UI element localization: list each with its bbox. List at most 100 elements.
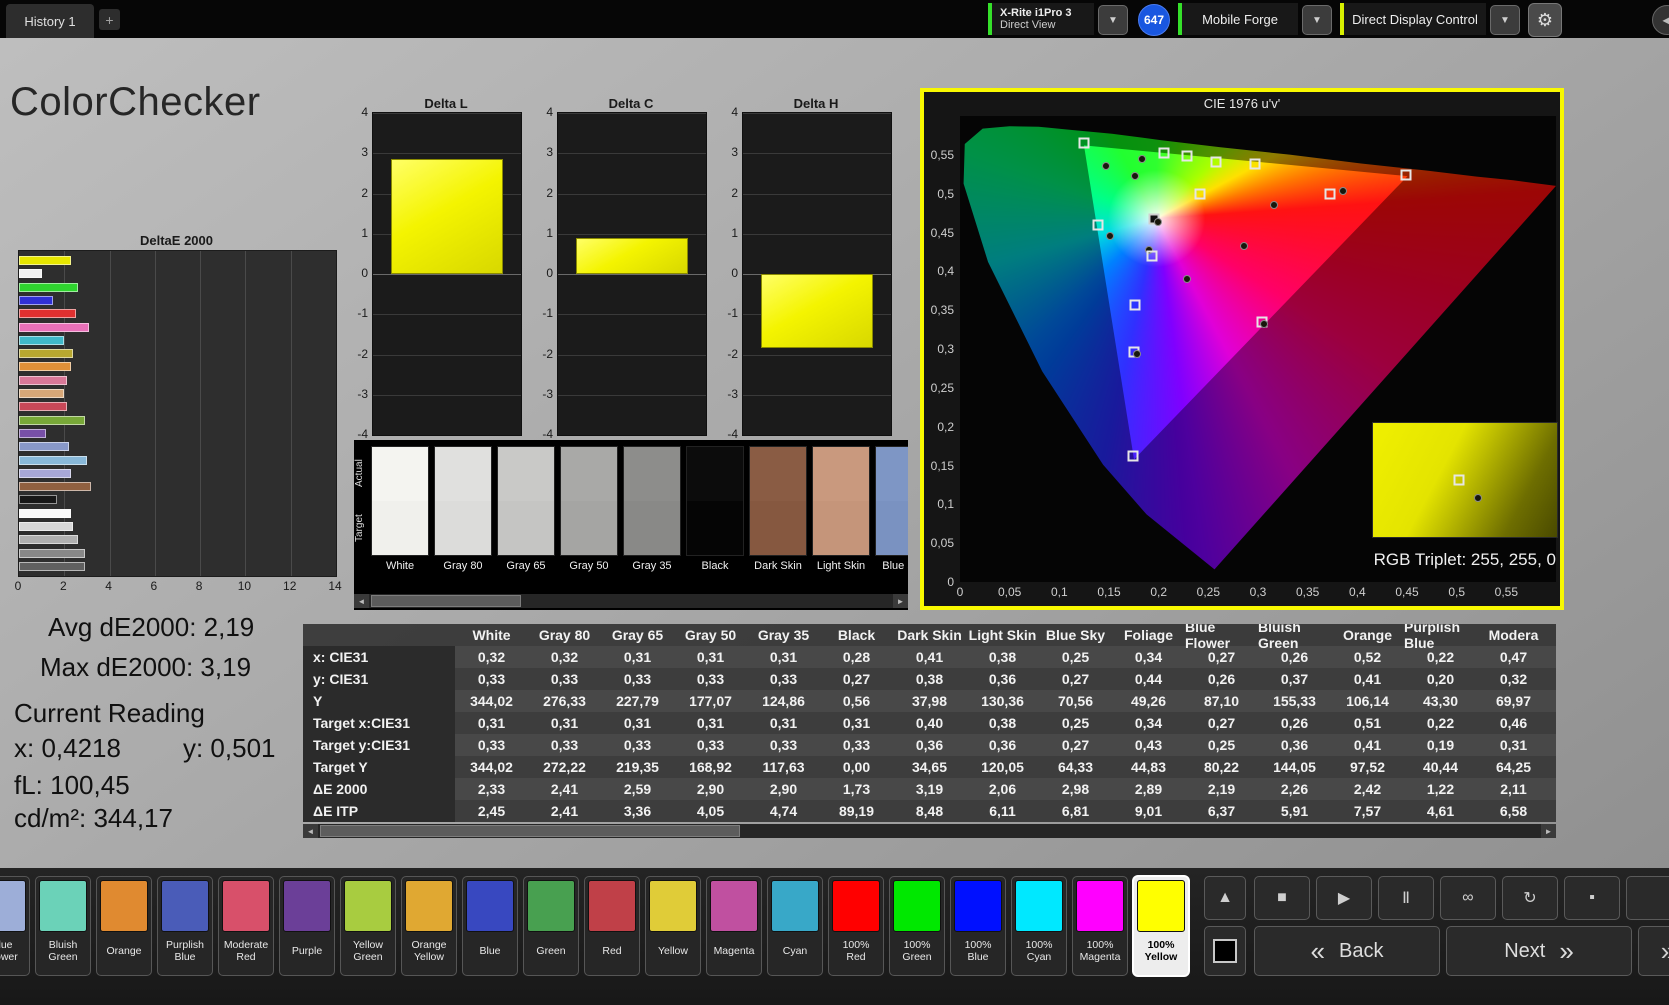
scroll-up-button[interactable]: ▲	[1204, 876, 1246, 920]
scrollbar-track[interactable]	[318, 824, 1541, 838]
pattern-button-purple[interactable]: Purple	[279, 876, 335, 976]
strip-patch: Light Skin	[812, 446, 870, 572]
tab-history-1[interactable]: History 1	[6, 4, 94, 38]
pattern-window-button[interactable]	[1204, 926, 1246, 976]
clipped-button[interactable]	[1626, 876, 1669, 920]
pattern-button-100-cyan[interactable]: 100% Cyan	[1011, 876, 1067, 976]
meter-dropdown[interactable]: X-Rite i1Pro 3 Direct View	[988, 3, 1094, 35]
pattern-button-100-magenta[interactable]: 100% Magenta	[1072, 876, 1128, 976]
value-cell: 0,27	[1039, 734, 1112, 756]
pattern-button-blue-flower[interactable]: Blue Flower	[0, 876, 30, 976]
display-control-dropdown-arrow[interactable]: ▼	[1490, 5, 1520, 35]
pause-button[interactable]: Ⅱ	[1378, 876, 1434, 920]
value-cell: 0,31	[528, 712, 601, 734]
value-cell: 6,58	[1477, 800, 1550, 822]
pattern-button-purplish-blue[interactable]: Purplish Blue	[157, 876, 213, 976]
pattern-label: 100% Red	[832, 932, 880, 970]
loop-button[interactable]: ↻	[1502, 876, 1558, 920]
next-button[interactable]: Next »	[1446, 926, 1632, 976]
target-point	[1182, 150, 1193, 161]
next-page-button[interactable]: »	[1638, 926, 1669, 976]
scrollbar-track[interactable]	[369, 594, 893, 608]
value-cell: 7,57	[1331, 800, 1404, 822]
value-cell: 0,33	[528, 668, 601, 690]
patch-swatch	[623, 446, 681, 556]
pattern-button-100-red[interactable]: 100% Red	[828, 876, 884, 976]
value-cell: 9,01	[1112, 800, 1185, 822]
value-cell: 2,90	[747, 778, 820, 800]
table-row: ΔE ITP2,452,413,364,054,7489,198,486,116…	[303, 800, 1556, 822]
patch-swatch	[686, 446, 744, 556]
display-control-dropdown[interactable]: Direct Display Control	[1340, 3, 1486, 35]
pattern-button-green[interactable]: Green	[523, 876, 579, 976]
add-tab-button[interactable]: +	[99, 9, 120, 30]
pattern-label: Orange	[100, 932, 148, 970]
pattern-button-100-yellow[interactable]: 100% Yellow	[1133, 876, 1189, 976]
scroll-right-icon[interactable]: ►	[1541, 824, 1556, 838]
value-cell: 0,20	[1404, 668, 1477, 690]
value-cell: 0,36	[966, 668, 1039, 690]
value-cell: 4,61	[1404, 800, 1477, 822]
value-cell: 1,73	[820, 778, 893, 800]
pattern-button-magenta[interactable]: Magenta	[706, 876, 762, 976]
extra-button[interactable]: ▪	[1564, 876, 1620, 920]
meter-dropdown-arrow[interactable]: ▼	[1098, 5, 1128, 35]
value-cell: 0,19	[1404, 734, 1477, 756]
strip-scrollbar[interactable]: ◄ ►	[354, 594, 908, 608]
stop-button[interactable]: ■	[1254, 876, 1310, 920]
table-scrollbar[interactable]: ◄ ►	[303, 824, 1556, 838]
pattern-button-blue[interactable]: Blue	[462, 876, 518, 976]
pattern-button-orange[interactable]: Orange	[96, 876, 152, 976]
value-cell: 0,32	[528, 646, 601, 668]
header-cell: Gray 35	[747, 624, 820, 646]
deltae-bar	[19, 389, 64, 398]
measurement-count-badge: 647	[1138, 4, 1170, 36]
gridline	[558, 234, 706, 235]
y-tick-label: -2	[357, 347, 368, 361]
value-cell: 2,41	[528, 800, 601, 822]
scroll-right-icon[interactable]: ►	[893, 594, 908, 608]
deltae-bar	[19, 296, 53, 305]
pattern-button-orange-yellow[interactable]: Orange Yellow	[401, 876, 457, 976]
row-label: Target Y	[303, 756, 455, 778]
pattern-button-red[interactable]: Red	[584, 876, 640, 976]
settings-gear-icon[interactable]: ⚙	[1528, 3, 1562, 37]
continuous-button[interactable]: ∞	[1440, 876, 1496, 920]
gridline	[373, 435, 521, 436]
scroll-left-icon[interactable]: ◄	[354, 594, 369, 608]
source-dropdown-arrow[interactable]: ▼	[1302, 5, 1332, 35]
pattern-button-yellow[interactable]: Yellow	[645, 876, 701, 976]
y-tick-label: -2	[542, 347, 553, 361]
pattern-button-yellow-green[interactable]: Yellow Green	[340, 876, 396, 976]
patch-label: Black	[686, 560, 744, 572]
y-tick-label: 0,2	[937, 420, 954, 434]
table-header-row: WhiteGray 80Gray 65Gray 50Gray 35BlackDa…	[303, 624, 1556, 646]
value-cell: 168,92	[674, 756, 747, 778]
collapse-panel-icon[interactable]: ◀	[1652, 5, 1669, 35]
gridline	[558, 153, 706, 154]
back-button[interactable]: « Back	[1254, 926, 1440, 976]
source-dropdown[interactable]: Mobile Forge	[1178, 3, 1298, 35]
value-cell: 0,00	[820, 756, 893, 778]
pattern-button-moderate-red[interactable]: Moderate Red	[218, 876, 274, 976]
value-cell: 0,36	[966, 734, 1039, 756]
pattern-button-bluish-green[interactable]: Bluish Green	[35, 876, 91, 976]
cie-diagram-panel[interactable]: CIE 1976 u'v' 0,550,50,450,40,350,30,250…	[920, 88, 1564, 610]
pattern-label: Cyan	[771, 932, 819, 970]
value-cell: 0,41	[893, 646, 966, 668]
value-cell: 0,34	[1112, 646, 1185, 668]
pattern-button-100-green[interactable]: 100% Green	[889, 876, 945, 976]
play-button[interactable]: ▶	[1316, 876, 1372, 920]
deltae-bar	[19, 482, 91, 491]
x-tick-label: 0,45	[1395, 585, 1418, 599]
pattern-button-cyan[interactable]: Cyan	[767, 876, 823, 976]
row-label: Y	[303, 690, 455, 712]
strip-patch: Black	[686, 446, 744, 572]
pattern-button-100-blue[interactable]: 100% Blue	[950, 876, 1006, 976]
scroll-left-icon[interactable]: ◄	[303, 824, 318, 838]
scrollbar-thumb[interactable]	[371, 595, 521, 607]
y-tick-label: -3	[357, 387, 368, 401]
value-cell: 2,45	[455, 800, 528, 822]
pattern-swatch	[222, 880, 270, 932]
scrollbar-thumb[interactable]	[320, 825, 740, 837]
